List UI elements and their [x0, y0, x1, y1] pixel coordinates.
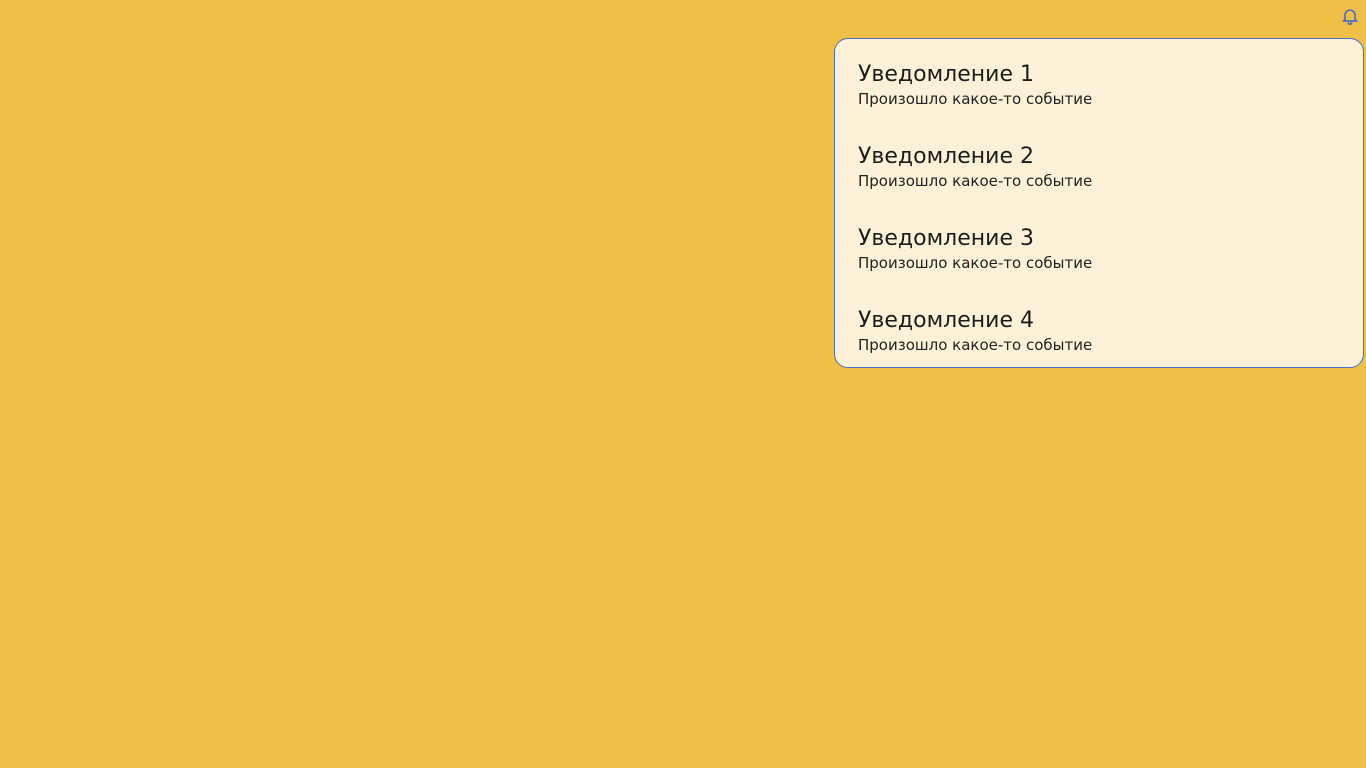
notification-item[interactable]: Уведомление 3 Произошло какое-то событие — [858, 224, 1343, 294]
notification-text: Произошло какое-то событие — [858, 90, 1093, 108]
notification-title: Уведомление 1 — [858, 62, 1034, 87]
notification-text: Произошло какое-то событие — [858, 336, 1093, 354]
notification-item[interactable]: Уведомление 4 Произошло какое-то событие — [858, 306, 1343, 367]
notifications-panel: Уведомление 1 Произошло какое-то событие… — [834, 38, 1364, 368]
notification-item[interactable]: Уведомление 1 Произошло какое-то событие — [858, 60, 1343, 130]
notification-text: Произошло какое-то событие — [858, 254, 1093, 272]
notification-title: Уведомление 4 — [858, 308, 1034, 333]
notifications-bell-button[interactable] — [1339, 5, 1361, 27]
notification-item[interactable]: Уведомление 2 Произошло какое-то событие — [858, 142, 1343, 212]
notification-title: Уведомление 3 — [858, 226, 1034, 251]
bell-icon — [1340, 6, 1360, 26]
notification-text: Произошло какое-то событие — [858, 172, 1093, 190]
notification-title: Уведомление 2 — [858, 144, 1034, 169]
page: Уведомление 1 Произошло какое-то событие… — [0, 0, 1366, 768]
